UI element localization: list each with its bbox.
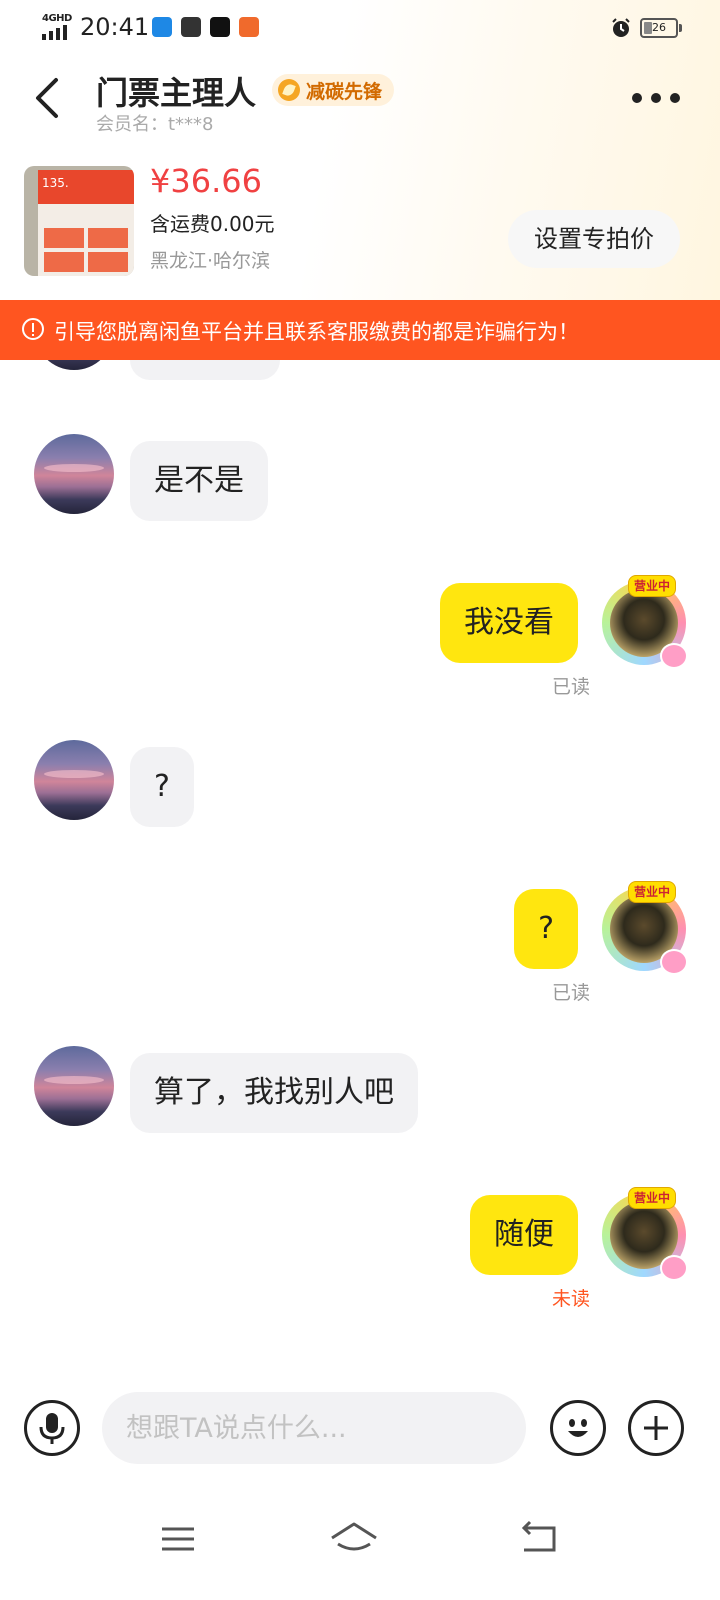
unread-status: 未读 xyxy=(552,1288,591,1310)
warning-text: 引导您脱离闲鱼平台并且联系客服缴费的都是诈骗行为！ xyxy=(54,320,579,344)
warning-icon xyxy=(22,318,44,340)
back-nav-icon[interactable] xyxy=(510,1514,570,1564)
octopus-sticker-icon xyxy=(660,1255,688,1281)
set-special-price-button[interactable]: 设置专拍价 xyxy=(508,210,680,268)
status-bar: 4GHD 20:41 26 xyxy=(0,0,720,56)
thumbnail-card xyxy=(44,252,84,272)
seller-location: 黑龙江·哈尔滨 xyxy=(150,250,271,272)
tiktok-app-icon xyxy=(210,17,230,37)
read-status: 已读 xyxy=(552,676,591,698)
avatar-tag: 营业中 xyxy=(628,1187,677,1209)
product-thumbnail[interactable]: 135. xyxy=(24,166,134,276)
octopus-sticker-icon xyxy=(660,643,688,669)
more-dot-icon xyxy=(632,93,642,103)
shipping-fee: 含运费0.00元 xyxy=(150,212,275,236)
home-icon[interactable] xyxy=(324,1514,384,1564)
alarm-icon xyxy=(612,18,630,37)
my-avatar[interactable]: 营业中 xyxy=(598,575,690,669)
emoji-icon xyxy=(568,1419,588,1437)
clock-time: 20:41 xyxy=(80,13,150,41)
message-bubble-incoming[interactable]: 算了，我找别人吧 xyxy=(130,1053,418,1133)
fraud-warning-banner: 引导您脱离闲鱼平台并且联系客服缴费的都是诈骗行为！ xyxy=(0,300,720,360)
system-navigation-bar xyxy=(0,1490,720,1600)
read-status: 已读 xyxy=(552,982,591,1004)
message-bubble-outgoing[interactable]: 我没看 xyxy=(440,583,578,663)
more-dot-icon xyxy=(651,93,661,103)
leaf-icon xyxy=(278,79,300,101)
menu-icon[interactable] xyxy=(148,1514,208,1564)
shopping-app-icon xyxy=(239,17,259,37)
octopus-sticker-icon xyxy=(660,949,688,975)
badge-label: 减碳先锋 xyxy=(306,80,383,103)
battery-icon: 26 xyxy=(640,18,678,38)
my-avatar[interactable]: 营业中 xyxy=(598,881,690,975)
avatar-tag: 营业中 xyxy=(628,881,677,903)
back-button[interactable] xyxy=(28,76,68,120)
thumbnail-card xyxy=(88,228,128,248)
emoji-button[interactable] xyxy=(550,1400,606,1456)
more-actions-button[interactable] xyxy=(628,1400,684,1456)
member-name: 会员名：t***8 xyxy=(96,114,214,135)
thumbnail-text: 135. xyxy=(42,176,69,190)
battery-percent: 26 xyxy=(652,21,666,34)
more-dot-icon xyxy=(670,93,680,103)
thumbnail-card xyxy=(88,252,128,272)
product-price: ¥36.66 xyxy=(150,162,262,200)
contact-avatar[interactable] xyxy=(34,1046,114,1126)
message-input[interactable] xyxy=(102,1392,526,1464)
voice-input-button[interactable] xyxy=(24,1400,80,1456)
battery-cap xyxy=(679,24,682,32)
signal-icon xyxy=(42,25,67,40)
thumbnail-card xyxy=(44,228,84,248)
contact-avatar[interactable] xyxy=(34,434,114,514)
contact-avatar[interactable] xyxy=(34,740,114,820)
carbon-badge[interactable]: 减碳先锋 xyxy=(272,74,395,106)
message-bubble-outgoing[interactable]: 随便 xyxy=(470,1195,578,1275)
page-title: 门票主理人 xyxy=(96,74,257,112)
avatar-tag: 营业中 xyxy=(628,575,677,597)
plus-icon xyxy=(644,1416,668,1440)
news-app-icon xyxy=(152,17,172,37)
message-bubble-outgoing[interactable]: ? xyxy=(514,889,578,969)
more-options-button[interactable] xyxy=(632,88,680,108)
message-bubble-incoming[interactable]: ? xyxy=(130,747,194,827)
mail-app-icon xyxy=(181,17,201,37)
message-bubble-incoming[interactable]: 是不是 xyxy=(130,441,268,521)
my-avatar[interactable]: 营业中 xyxy=(598,1187,690,1281)
chat-list[interactable]: 是不是 我没看 营业中 已读 ? ? 营业中 已读 算了，我找别人吧 随便 营业… xyxy=(0,300,720,1400)
microphone-icon xyxy=(39,1413,65,1444)
